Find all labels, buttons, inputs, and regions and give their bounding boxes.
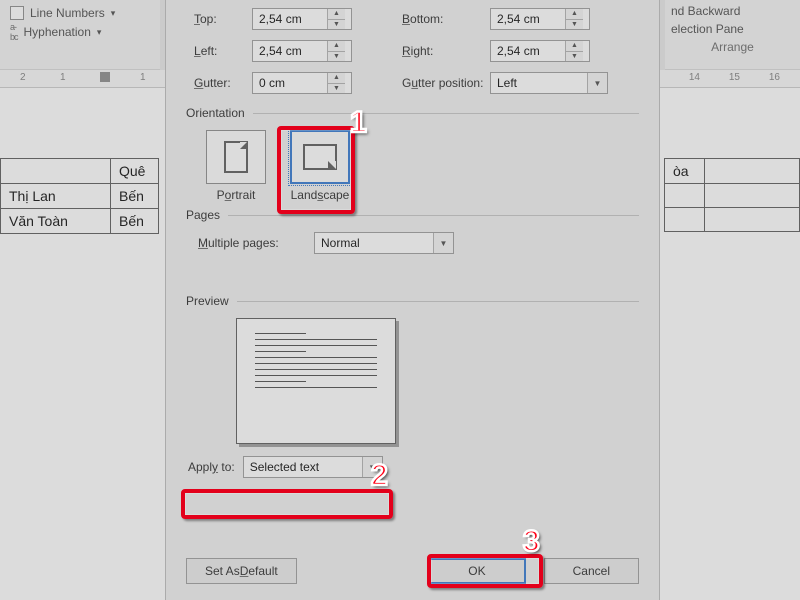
arrange-group-label: Arrange bbox=[671, 40, 794, 54]
multiple-pages-dropdown[interactable]: Normal ▼ bbox=[314, 232, 454, 254]
multiple-pages-label: Multiple pages: bbox=[198, 236, 306, 250]
top-down[interactable]: ▼ bbox=[328, 20, 345, 30]
top-label: TTop:op: bbox=[194, 12, 252, 26]
chevron-down-icon[interactable]: ▼ bbox=[587, 73, 607, 93]
bottom-input[interactable] bbox=[491, 9, 565, 29]
line-numbers-checkbox[interactable] bbox=[10, 6, 24, 20]
cancel-button[interactable]: Cancel bbox=[544, 558, 639, 584]
chevron-down-icon[interactable]: ▼ bbox=[433, 233, 453, 253]
set-default-button[interactable]: Set As Default bbox=[186, 558, 297, 584]
page-setup-dialog: TTop:op: ▲▼ Bottom: ▲▼ Left: ▲▼ Right: ▲… bbox=[165, 0, 660, 600]
gutter-label: Gutter: bbox=[194, 76, 252, 90]
gutter-input[interactable] bbox=[253, 73, 327, 93]
chevron-down-icon[interactable]: ▼ bbox=[362, 457, 382, 477]
apply-to-label: Apply to: bbox=[188, 460, 235, 474]
right-spinner[interactable]: ▲▼ bbox=[490, 40, 590, 62]
top-up[interactable]: ▲ bbox=[328, 9, 345, 20]
gutter-pos-dropdown[interactable]: Left ▼ bbox=[490, 72, 608, 94]
gutter-pos-label: Gutter position: bbox=[402, 76, 490, 90]
ok-button[interactable]: OK bbox=[428, 558, 525, 584]
bottom-up[interactable]: ▲ bbox=[566, 9, 583, 20]
gutter-spinner[interactable]: ▲▼ bbox=[252, 72, 352, 94]
portrait-icon bbox=[224, 141, 248, 173]
selection-pane[interactable]: election Pane bbox=[671, 22, 794, 36]
right-input[interactable] bbox=[491, 41, 565, 61]
preview-thumbnail bbox=[236, 318, 396, 444]
pages-header: Pages bbox=[186, 208, 220, 222]
orientation-header: Orientation bbox=[186, 106, 245, 120]
hyphenation-icon: a-bc bbox=[10, 22, 18, 42]
document-table-right: òa bbox=[664, 158, 800, 232]
left-input[interactable] bbox=[253, 41, 327, 61]
right-label: Right: bbox=[402, 44, 490, 58]
bottom-down[interactable]: ▼ bbox=[566, 20, 583, 30]
document-table-left: Quê Thị LanBến Văn ToànBến bbox=[0, 158, 159, 234]
top-input[interactable] bbox=[253, 9, 327, 29]
left-label: Left: bbox=[194, 44, 252, 58]
landscape-icon bbox=[303, 144, 337, 170]
preview-header: Preview bbox=[186, 294, 229, 308]
line-numbers-label: Line Numbers bbox=[30, 6, 105, 20]
landscape-option[interactable]: Landscape bbox=[290, 130, 350, 202]
bottom-spinner[interactable]: ▲▼ bbox=[490, 8, 590, 30]
send-backward[interactable]: nd Backward bbox=[671, 4, 794, 18]
left-spinner[interactable]: ▲▼ bbox=[252, 40, 352, 62]
portrait-option[interactable]: Portrait bbox=[206, 130, 266, 202]
hyphenation-label[interactable]: Hyphenation bbox=[24, 25, 91, 39]
top-spinner[interactable]: ▲▼ bbox=[252, 8, 352, 30]
apply-to-dropdown[interactable]: Selected text ▼ bbox=[243, 456, 383, 478]
bottom-label: Bottom: bbox=[402, 12, 490, 26]
